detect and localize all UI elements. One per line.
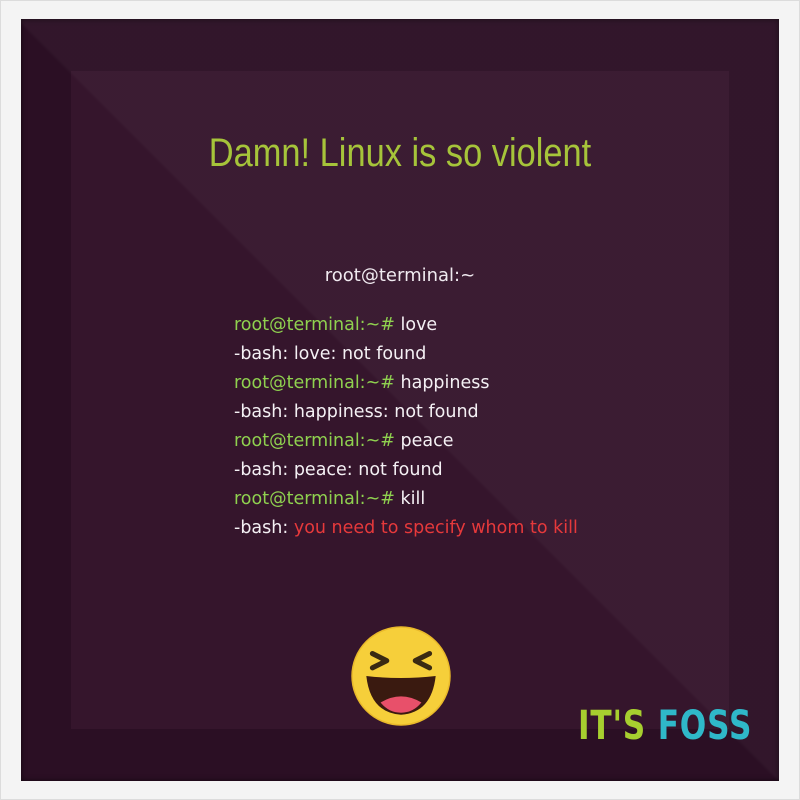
- shell-prompt: root@terminal:~#: [234, 373, 395, 393]
- shell-prompt: root@terminal:~#: [234, 431, 395, 451]
- shell-error-message: you need to specify whom to kill: [293, 518, 578, 538]
- terminal-line-8: -bash: you need to specify whom to kill: [234, 514, 578, 543]
- terminal-line-4: -bash: happiness: not found: [234, 398, 578, 427]
- terminal-line-3: root@terminal:~# happiness: [234, 369, 578, 398]
- terminal-line-7: root@terminal:~# kill: [234, 485, 578, 514]
- meme-poster: Damn! Linux is so violent root@terminal:…: [21, 19, 779, 781]
- shell-command: kill: [400, 489, 426, 509]
- shell-command: love: [400, 315, 438, 335]
- terminal-line-5: root@terminal:~# peace: [234, 427, 578, 456]
- terminal-line-2: -bash: love: not found: [234, 340, 578, 369]
- picture-frame: Damn! Linux is so violent root@terminal:…: [0, 0, 800, 800]
- shell-command: peace: [400, 431, 454, 451]
- shell-output: -bash: happiness: not found: [234, 402, 479, 422]
- shell-command: happiness: [400, 373, 490, 393]
- logo-foss: FOSS: [657, 703, 753, 749]
- meme-title: Damn! Linux is so violent: [208, 131, 592, 175]
- laughing-face-icon: [351, 626, 451, 726]
- terminal-output: root@terminal:~# love -bash: love: not f…: [234, 311, 578, 543]
- terminal-line-6: -bash: peace: not found: [234, 456, 578, 485]
- shell-prompt: root@terminal:~#: [234, 315, 395, 335]
- shell-prompt: root@terminal:~#: [234, 489, 395, 509]
- shell-output: -bash: peace: not found: [234, 460, 443, 480]
- its-foss-logo: IT'S FOSS: [578, 703, 752, 749]
- terminal-line-1: root@terminal:~# love: [234, 311, 578, 340]
- terminal-window-title: root@terminal:~: [324, 265, 476, 286]
- shell-output: -bash: love: not found: [234, 344, 427, 364]
- logo-its: IT'S: [578, 703, 647, 749]
- shell-output: -bash:: [234, 518, 289, 538]
